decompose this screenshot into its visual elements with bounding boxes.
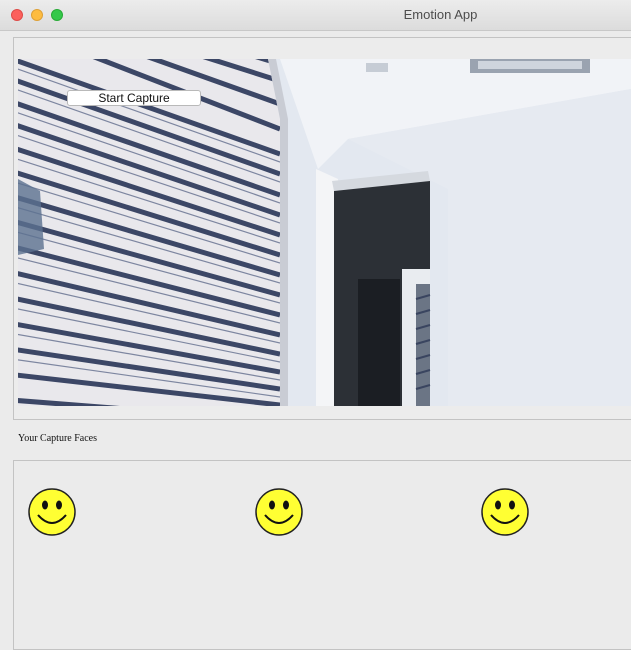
captured-faces-panel — [13, 460, 631, 650]
smiley-face-icon — [255, 488, 303, 536]
captured-faces-label: Your Capture Faces — [18, 433, 97, 444]
camera-feed-image — [18, 59, 631, 406]
smiley-face-icon — [481, 488, 529, 536]
smiley-face-icon — [28, 488, 76, 536]
start-capture-button[interactable]: Start Capture — [67, 90, 201, 106]
title-bar: Emotion App — [0, 0, 631, 31]
window-title: Emotion App — [403, 7, 478, 22]
camera-preview — [18, 59, 631, 406]
